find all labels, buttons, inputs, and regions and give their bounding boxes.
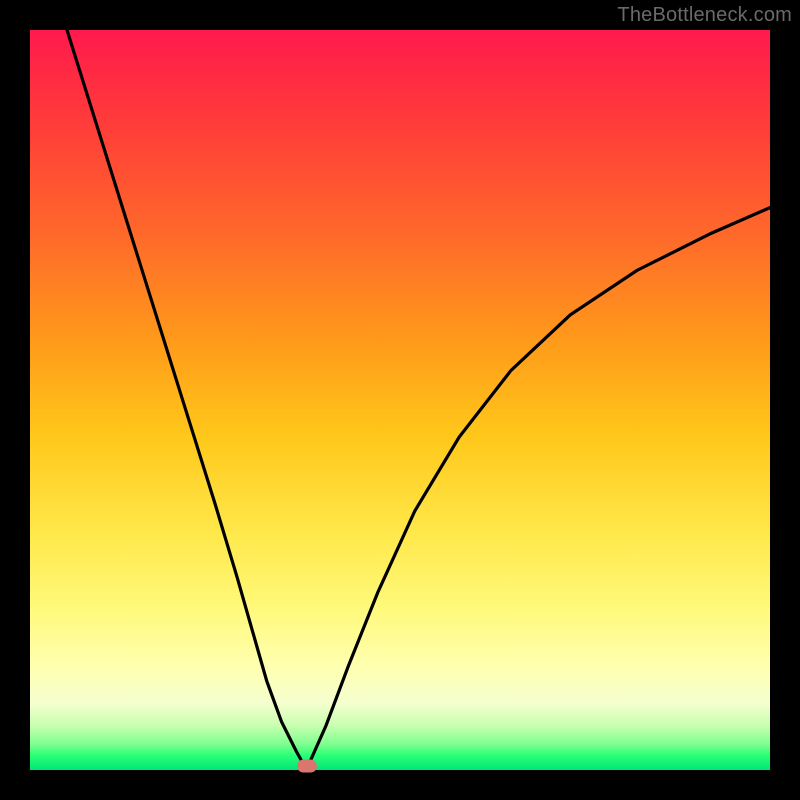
bottleneck-curve (30, 30, 770, 770)
watermark-text: TheBottleneck.com (617, 4, 792, 27)
chart-frame (30, 30, 770, 770)
optimal-point-marker (297, 760, 317, 773)
